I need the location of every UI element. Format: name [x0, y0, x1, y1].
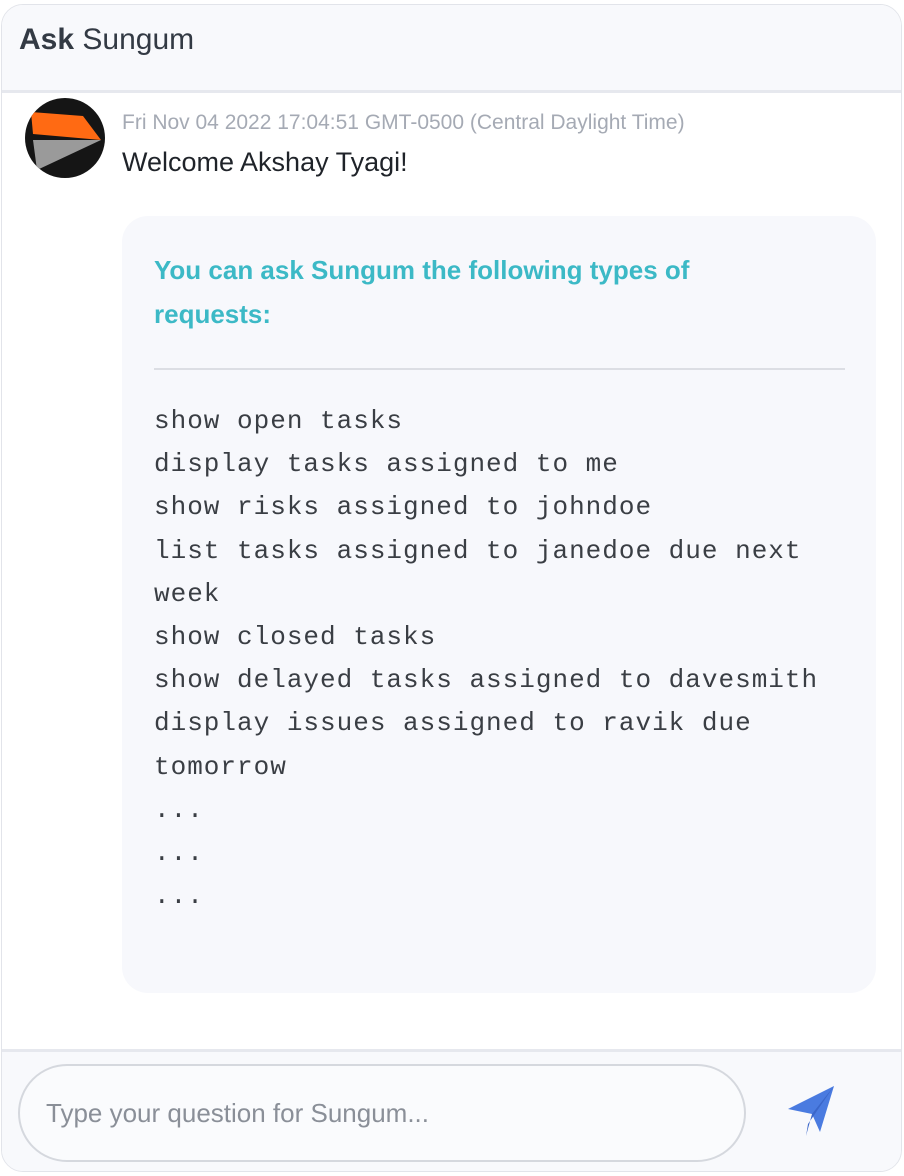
example-ellipsis: ... — [154, 838, 204, 869]
example-request: list tasks assigned to janedoe due next … — [154, 535, 802, 609]
example-request: show open tasks — [154, 406, 404, 436]
chat-title-bold: Ask — [19, 23, 75, 56]
example-request: show delayed tasks assigned to davesmith — [154, 665, 819, 696]
chat-title: Ask Sungum — [19, 23, 194, 57]
help-card: You can ask Sungum the following types o… — [122, 216, 876, 993]
question-input[interactable] — [18, 1064, 746, 1162]
chat-header: Ask Sungum — [2, 5, 901, 93]
composer-bar — [2, 1049, 901, 1171]
sungum-logo-graphic — [31, 112, 101, 170]
chat-title-name: Sungum — [82, 23, 195, 56]
send-button[interactable] — [778, 1076, 844, 1142]
help-card-title: You can ask Sungum the following types o… — [154, 255, 690, 329]
send-icon — [788, 1086, 834, 1136]
example-request: show risks assigned to johndoe — [154, 492, 653, 523]
help-card-divider — [154, 368, 845, 370]
example-request: show closed tasks — [154, 622, 437, 653]
example-ellipsis: ... — [154, 794, 204, 825]
example-ellipsis: ... — [154, 881, 204, 912]
message-list: Fri Nov 04 2022 17:04:51 GMT-0500 (Centr… — [2, 93, 901, 1049]
sungum-logo-icon — [25, 98, 105, 178]
example-request-list: show open tasks display tasks assigned t… — [154, 400, 854, 918]
example-request: display issues assigned to ravik due tom… — [154, 708, 752, 782]
message-timestamp: Fri Nov 04 2022 17:04:51 GMT-0500 (Centr… — [122, 111, 685, 134]
welcome-message: Welcome Akshay Tyagi! — [122, 147, 408, 177]
example-request: display tasks assigned to me — [154, 449, 619, 480]
chat-window: Ask Sungum Fri Nov 04 2022 17:04:51 GMT-… — [1, 4, 902, 1172]
